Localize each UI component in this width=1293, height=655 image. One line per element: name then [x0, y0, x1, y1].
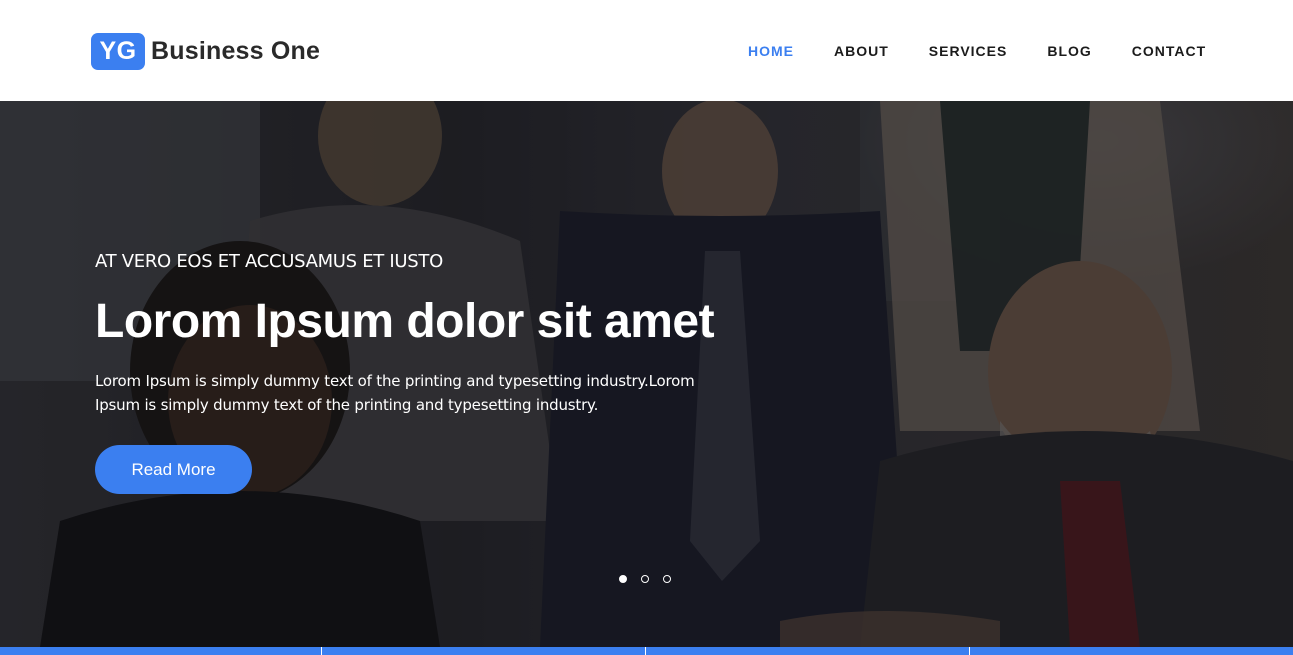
nav-blog[interactable]: BLOG: [1047, 42, 1091, 60]
logo-text: Business One: [151, 37, 321, 65]
feature-tile-4[interactable]: [970, 647, 1293, 655]
logo-badge: YG: [91, 33, 145, 70]
hero-eyebrow: AT VERO EOS ET ACCUSAMUS ET IUSTO: [95, 251, 443, 272]
feature-tile-3[interactable]: [646, 647, 970, 655]
site-header: YG Business One HOME ABOUT SERVICES BLOG…: [0, 0, 1293, 101]
feature-tile-1[interactable]: [0, 647, 322, 655]
logo[interactable]: YG Business One: [91, 33, 320, 70]
hero-title: Lorom Ipsum dolor sit amet: [95, 295, 715, 348]
slide-dot-1[interactable]: [619, 575, 627, 583]
nav-services[interactable]: SERVICES: [929, 42, 1008, 60]
nav-contact[interactable]: CONTACT: [1132, 42, 1206, 60]
read-more-button[interactable]: Read More: [95, 445, 252, 494]
feature-tile-2[interactable]: [322, 647, 646, 655]
feature-strip: [0, 647, 1293, 655]
slide-dot-3[interactable]: [663, 575, 671, 583]
hero-slider: AT VERO EOS ET ACCUSAMUS ET IUSTO Lorom …: [0, 101, 1293, 647]
hero-description: Lorom Ipsum is simply dummy text of the …: [95, 372, 695, 414]
nav-about[interactable]: ABOUT: [834, 42, 889, 60]
nav-home[interactable]: HOME: [748, 42, 794, 60]
main-nav: HOME ABOUT SERVICES BLOG CONTACT: [748, 42, 1206, 60]
slide-dot-2[interactable]: [641, 575, 649, 583]
slider-pagination: [619, 575, 685, 583]
